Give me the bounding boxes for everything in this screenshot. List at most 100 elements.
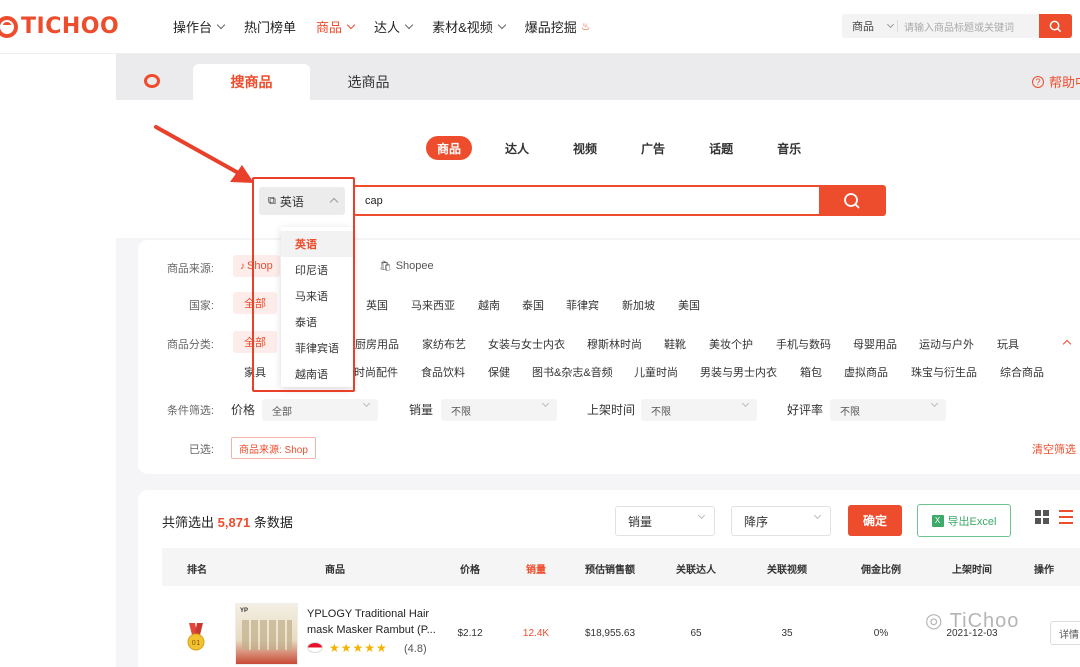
column-header-commission[interactable]: 佣金比例	[861, 561, 901, 576]
column-header-sales[interactable]: 销量	[526, 561, 546, 576]
condition-listed-label: 上架时间	[587, 403, 636, 417]
detail-button[interactable]: 详情	[1050, 621, 1080, 645]
confirm-button[interactable]: 确定	[848, 505, 902, 536]
tab-select-products[interactable]: 选商品	[310, 64, 427, 100]
country-chip[interactable]: 全部	[233, 292, 277, 314]
condition-listed-select[interactable]: 不限	[641, 399, 757, 421]
chevron-down-icon	[697, 511, 706, 520]
search-icon	[1049, 20, 1062, 32]
sort-field-select[interactable]: 销量	[615, 506, 715, 536]
cell-sales: 12.4K	[522, 628, 550, 639]
column-header-influencers[interactable]: 关联达人	[676, 561, 716, 576]
type-tab-ads[interactable]: 广告	[630, 136, 676, 160]
chevron-up-icon	[329, 197, 339, 207]
source-shopee-chip[interactable]: 🛍︎ Shopee	[379, 260, 434, 272]
condition-sales-select[interactable]: 不限	[441, 399, 557, 421]
category-chip[interactable]: 玩具	[997, 336, 1019, 352]
category-chip[interactable]: 图书&杂志&音频	[532, 364, 613, 380]
export-excel-button[interactable]: X 导出Excel	[917, 504, 1011, 537]
search-panel: 商品 达人 视频 广告 话题 音乐	[116, 100, 1080, 238]
tab-bar: 搜商品 选商品 ?帮助中	[116, 54, 1080, 100]
language-select[interactable]: ⧉ 英语	[259, 187, 345, 215]
category-chip[interactable]: 母婴用品	[853, 336, 897, 352]
tab-search-products[interactable]: 搜商品	[193, 64, 310, 100]
grid-view-icon[interactable]	[1035, 510, 1049, 524]
condition-rating-label: 好评率	[787, 403, 824, 417]
country-chip[interactable]: 泰国	[522, 297, 544, 313]
category-chip[interactable]: 全部	[233, 331, 277, 353]
chevron-down-icon	[741, 399, 750, 408]
product-name-link[interactable]: YPLOGY Traditional Hair mask Masker Ramb…	[307, 606, 447, 638]
country-chip[interactable]: 新加坡	[622, 297, 655, 313]
source-tiktok-shop-chip[interactable]: ♪ Shop	[233, 255, 280, 277]
country-chip[interactable]: 越南	[478, 297, 500, 313]
category-chip[interactable]: 穆斯林时尚	[587, 336, 642, 352]
type-tab-videos[interactable]: 视频	[562, 136, 608, 160]
tiktok-icon: ♪	[240, 260, 245, 272]
column-header-videos[interactable]: 关联视频	[767, 561, 807, 576]
chevron-down-icon	[216, 20, 226, 29]
language-option-vietnamese[interactable]: 越南语	[281, 361, 353, 387]
language-option-english[interactable]: 英语	[281, 231, 353, 257]
product-search-input[interactable]: cap	[355, 195, 819, 207]
language-option-filipino[interactable]: 菲律宾语	[281, 335, 353, 361]
category-chip[interactable]: 鞋靴	[664, 336, 686, 352]
help-link[interactable]: ?帮助中	[1032, 72, 1080, 91]
clear-filters-link[interactable]: 清空筛选	[1032, 441, 1076, 457]
nav-item-products[interactable]: 商品	[316, 17, 356, 36]
global-search-button[interactable]	[1039, 14, 1072, 38]
list-view-icon[interactable]	[1059, 510, 1073, 524]
nav-item-materials[interactable]: 素材&视频	[432, 17, 506, 36]
collapse-categories-chevron-up-icon[interactable]	[1062, 339, 1072, 349]
category-chip[interactable]: 手机与数码	[776, 336, 831, 352]
type-tab-music[interactable]: 音乐	[766, 136, 812, 160]
country-chip[interactable]: 马来西亚	[411, 297, 455, 313]
category-chip[interactable]: 儿童时尚	[634, 364, 678, 380]
type-tab-topics[interactable]: 话题	[698, 136, 744, 160]
nav-item-hot-products[interactable]: 爆品挖掘 ♨	[525, 17, 591, 36]
category-chip[interactable]: 综合商品	[1000, 364, 1044, 380]
category-chip[interactable]: 美妆个护	[709, 336, 753, 352]
language-option-malay[interactable]: 马来语	[281, 283, 353, 309]
type-tab-products[interactable]: 商品	[426, 136, 473, 160]
category-chip[interactable]: 保健	[488, 364, 510, 380]
product-thumbnail[interactable]: YP	[235, 603, 298, 665]
country-chip[interactable]: 菲律宾	[566, 297, 599, 313]
category-chip[interactable]: 箱包	[800, 364, 822, 380]
category-chip[interactable]: 食品饮料	[421, 364, 465, 380]
category-chip[interactable]: 女装与女士内衣	[488, 336, 565, 352]
column-header-rank: 排名	[187, 565, 207, 576]
category-chip[interactable]: 家具	[244, 364, 266, 380]
chevron-down-icon	[346, 20, 356, 29]
rating-value: (4.8)	[404, 643, 427, 655]
country-chip[interactable]: 美国	[678, 297, 700, 313]
global-search-type-select[interactable]: 商品	[842, 18, 897, 34]
language-option-thai[interactable]: 泰语	[281, 309, 353, 335]
category-chip[interactable]: 家纺布艺	[422, 336, 466, 352]
product-search-button[interactable]	[819, 186, 884, 215]
condition-price-select[interactable]: 全部	[262, 399, 378, 421]
category-chip[interactable]: 运动与户外	[919, 336, 974, 352]
nav-item-rankings[interactable]: 热门榜单	[244, 17, 296, 36]
nav-item-influencers[interactable]: 达人	[374, 17, 414, 36]
column-header-listed[interactable]: 上架时间	[952, 561, 992, 576]
category-chip[interactable]: 时尚配件	[354, 364, 398, 380]
global-search-input[interactable]: 请输入商品标题或关键词	[904, 19, 1039, 34]
type-tab-influencers[interactable]: 达人	[494, 136, 540, 160]
nav-item-dashboard[interactable]: 操作台	[173, 17, 226, 36]
country-chip[interactable]: 英国	[366, 297, 388, 313]
selected-filter-tag[interactable]: 商品来源: Shop	[231, 437, 316, 459]
column-header-product: 商品	[325, 565, 345, 576]
language-option-indonesian[interactable]: 印尼语	[281, 257, 353, 283]
product-search-box: cap	[353, 185, 886, 216]
tichoo-logo[interactable]: TICHOO	[0, 14, 160, 39]
condition-rating-select[interactable]: 不限	[830, 399, 946, 421]
category-chip[interactable]: 虚拟商品	[844, 364, 888, 380]
column-header-revenue[interactable]: 预估销售额	[585, 561, 635, 576]
sort-order-select[interactable]: 降序	[731, 506, 831, 536]
category-chip[interactable]: 男装与男士内衣	[700, 364, 777, 380]
wechat-icon: ◎	[925, 610, 944, 632]
table-header: 排名 商品 价格 销量 预估销售额 关联达人 关联视频 佣金比例 上架时间 操作	[162, 548, 1080, 586]
category-chip[interactable]: 厨房用品	[355, 336, 399, 352]
category-chip[interactable]: 珠宝与衍生品	[911, 364, 977, 380]
